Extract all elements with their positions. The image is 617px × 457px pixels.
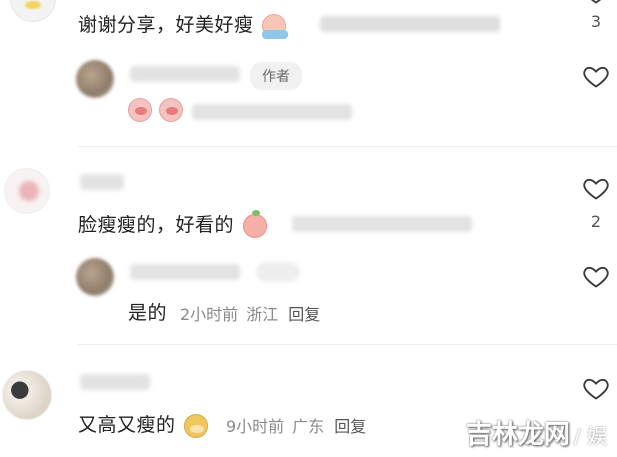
comment-meta-blurred (320, 16, 500, 32)
divider (78, 146, 617, 147)
author-avatar[interactable] (76, 258, 114, 296)
pig-emoji-icon (159, 98, 184, 122)
heart-outline-icon[interactable] (581, 374, 611, 402)
like-count-2: 2 (590, 212, 602, 231)
reply-location: 浙江 (246, 305, 279, 324)
heart-outline-icon[interactable] (581, 0, 611, 6)
commenter-name-blurred (80, 174, 124, 190)
author-name-blurred (130, 66, 240, 82)
reply-time: 2小时前 (180, 305, 239, 324)
comment-time: 9小时前 (226, 417, 285, 436)
comment-item-1: 谢谢分享，好美好瘦 3 (0, 0, 617, 60)
comment-text-1: 谢谢分享，好美好瘦 (78, 10, 289, 39)
comment-text-2: 脸瘦瘦的，好看的 (78, 209, 267, 238)
peach-emoji-icon (242, 209, 267, 238)
comment-item-2: 脸瘦瘦的，好看的 2 (0, 168, 617, 248)
commenter-avatar-2[interactable] (4, 168, 50, 214)
reply-item-2: 是的 2小时前 浙江 回复 (0, 256, 617, 336)
bear-emoji-icon (184, 413, 209, 438)
reply-name-blurred (130, 264, 240, 280)
reply-meta: 2小时前 浙江 回复 (180, 301, 320, 325)
commenter-name-blurred (80, 374, 150, 390)
heart-outline-icon[interactable] (581, 174, 611, 202)
reply-item-1: 作者 (0, 58, 617, 138)
commenter-avatar-3[interactable] (2, 370, 52, 420)
reply-badge-blurred (256, 262, 300, 282)
heart-outline-icon[interactable] (581, 262, 611, 290)
comment-meta-3: 9小时前 广东 回复 (226, 413, 366, 437)
heart-outline-icon[interactable] (581, 62, 611, 90)
comment-meta-blurred (292, 216, 472, 232)
comment-text-3: 又高又瘦的 (78, 410, 209, 438)
watermark: 吉林龙网 / 娱 (466, 414, 607, 451)
commenter-avatar-1[interactable] (10, 0, 56, 22)
reply-emoji-row (126, 98, 184, 122)
comment-location: 广东 (292, 417, 325, 436)
author-avatar[interactable] (76, 60, 114, 98)
crying-emoji-icon (262, 13, 289, 39)
reply-text: 是的 (128, 302, 168, 324)
author-badge: 作者 (250, 62, 302, 90)
pig-emoji-icon (128, 98, 152, 122)
reply-button[interactable]: 回复 (334, 417, 366, 436)
like-count-1: 3 (590, 12, 602, 31)
watermark-subtext: / 娱 (573, 424, 607, 448)
reply-meta-blurred (192, 104, 352, 120)
watermark-text: 吉林龙网 (465, 420, 570, 450)
reply-button[interactable]: 回复 (288, 305, 320, 324)
divider (78, 344, 617, 345)
